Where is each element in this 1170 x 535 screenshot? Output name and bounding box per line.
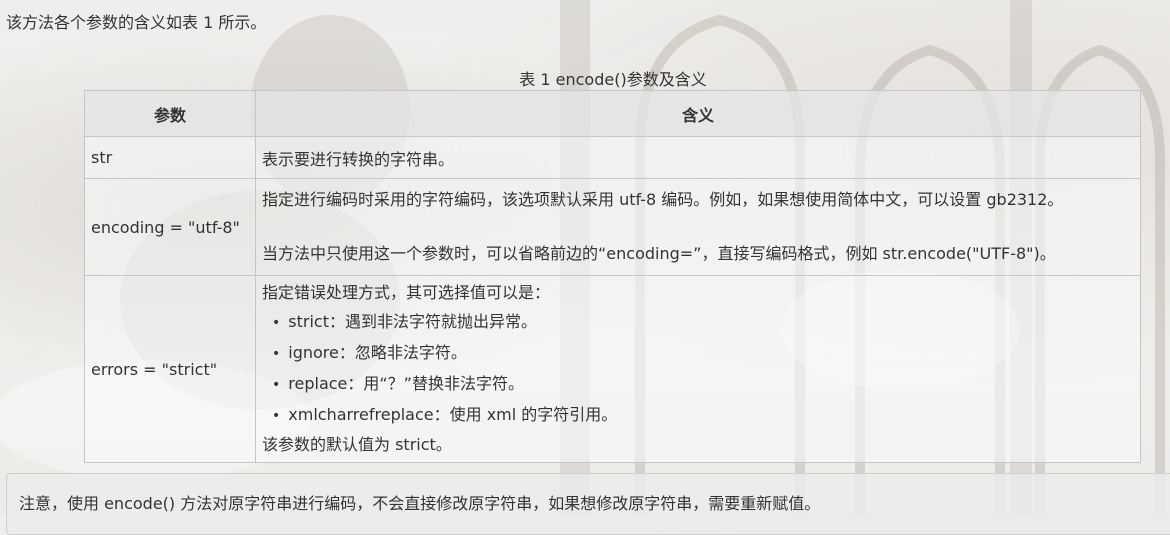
parameters-table: 参数 含义 str 表示要进行转换的字符串。 encoding = "utf-8… bbox=[84, 90, 1141, 463]
param-meaning-cell: 表示要进行转换的字符串。 bbox=[255, 136, 1141, 179]
table-caption: 表 1 encode()参数及含义 bbox=[519, 70, 707, 89]
header-param: 参数 bbox=[84, 90, 256, 137]
meaning-line: 当方法中只使用这一个参数时，可以省略前边的“encoding=”，直接写编码格式… bbox=[262, 244, 1056, 263]
list-item: xmlcharrefreplace：使用 xml 的字符引用。 bbox=[272, 400, 1134, 431]
header-meaning: 含义 bbox=[255, 90, 1141, 137]
table-header-row: 参数 含义 bbox=[84, 90, 1141, 137]
options-list: strict：遇到非法字符就抛出异常。 ignore：忽略非法字符。 repla… bbox=[262, 307, 1134, 431]
table-row: str 表示要进行转换的字符串。 bbox=[84, 136, 1141, 179]
param-name-cell: encoding = "utf-8" bbox=[84, 178, 256, 276]
meaning-line: 指定进行编码时采用的字符编码，该选项默认采用 utf-8 编码。例如，如果想使用… bbox=[262, 190, 1064, 209]
param-name-cell: str bbox=[84, 136, 256, 179]
note-box: 注意，使用 encode() 方法对原字符串进行编码，不会直接修改原字符串，如果… bbox=[6, 473, 1170, 535]
param-name-cell: errors = "strict" bbox=[84, 275, 256, 463]
list-item: ignore：忽略非法字符。 bbox=[272, 338, 1134, 369]
param-meaning-cell: 指定进行编码时采用的字符编码，该选项默认采用 utf-8 编码。例如，如果想使用… bbox=[255, 178, 1141, 276]
table-row: encoding = "utf-8" 指定进行编码时采用的字符编码，该选项默认采… bbox=[84, 178, 1141, 276]
list-item: strict：遇到非法字符就抛出异常。 bbox=[272, 307, 1134, 338]
intro-text: 该方法各个参数的含义如表 1 所示。 bbox=[6, 13, 267, 32]
meaning-intro: 指定错误处理方式，其可选择值可以是： bbox=[262, 283, 551, 302]
note-text: 注意，使用 encode() 方法对原字符串进行编码，不会直接修改原字符串，如果… bbox=[19, 494, 821, 513]
param-meaning-cell: 指定错误处理方式，其可选择值可以是： strict：遇到非法字符就抛出异常。 i… bbox=[255, 275, 1141, 463]
list-item: replace：用“？”替换非法字符。 bbox=[272, 369, 1134, 400]
meaning-outro: 该参数的默认值为 strict。 bbox=[262, 435, 452, 454]
table-row: errors = "strict" 指定错误处理方式，其可选择值可以是： str… bbox=[84, 275, 1141, 463]
